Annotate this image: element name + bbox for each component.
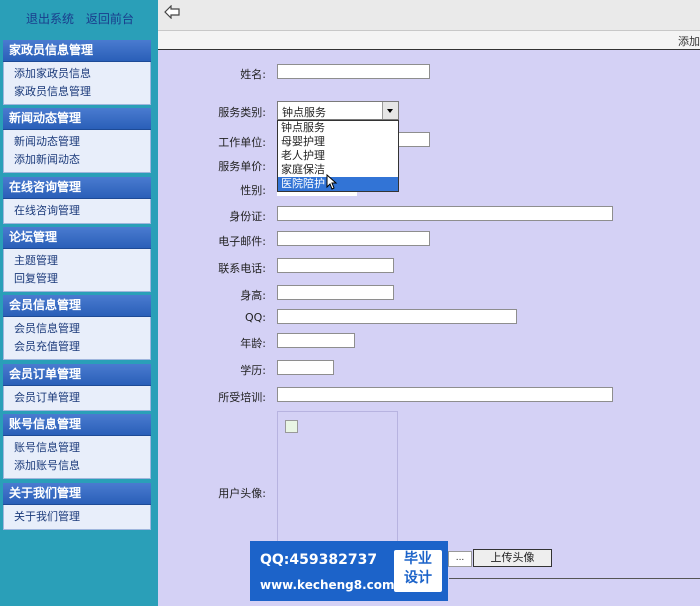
watermark-logo-line1: 毕业 (404, 551, 432, 567)
avatar-label: 用户头像: (218, 487, 266, 500)
phone-input[interactable] (277, 258, 394, 273)
watermark-logo: 毕业 设计 (394, 550, 442, 592)
menu-group-members: 会员信息管理 会员信息管理 会员充值管理 (3, 295, 151, 360)
sidebar-top: 退出系统 返回前台 (0, 0, 158, 36)
menu-item-orders[interactable]: 会员订单管理 (14, 389, 150, 407)
menu-item-add-account[interactable]: 添加账号信息 (14, 457, 150, 475)
sidebar: 退出系统 返回前台 家政员信息管理 添加家政员信息 家政员信息管理 新闻动态管理… (0, 0, 158, 606)
gender-label: 性别: (240, 184, 266, 197)
service-option[interactable]: 老人护理 (278, 149, 398, 163)
price-label: 服务单价: (218, 160, 266, 173)
file-browse-button[interactable]: ... (448, 551, 472, 567)
menu-group-title[interactable]: 账号信息管理 (3, 414, 151, 436)
name-label: 姓名: (240, 68, 266, 81)
name-input[interactable] (277, 64, 430, 79)
watermark-qq: QQ:459382737 (260, 552, 378, 568)
menu-item-add-news[interactable]: 添加新闻动态 (14, 151, 150, 169)
avatar-preview (277, 411, 398, 551)
menu-group-title[interactable]: 论坛管理 (3, 227, 151, 249)
menu-group-title[interactable]: 会员信息管理 (3, 295, 151, 317)
menu-group-staff: 家政员信息管理 添加家政员信息 家政员信息管理 (3, 40, 151, 105)
menu-group-title[interactable]: 家政员信息管理 (3, 40, 151, 62)
broken-image-icon (285, 420, 298, 433)
menu-item-accounts[interactable]: 账号信息管理 (14, 439, 150, 457)
age-input[interactable] (277, 333, 355, 348)
work-unit-label: 工作单位: (218, 136, 266, 149)
breadcrumb: 添加 (678, 35, 700, 48)
menu-item-add-staff[interactable]: 添加家政员信息 (14, 65, 150, 83)
service-option[interactable]: 钟点服务 (278, 121, 398, 135)
menu-item-manage-staff[interactable]: 家政员信息管理 (14, 83, 150, 101)
top-toolbar (158, 0, 700, 31)
menu-group-forum: 论坛管理 主题管理 回复管理 (3, 227, 151, 292)
training-input[interactable] (277, 387, 613, 402)
education-label: 学历: (240, 364, 266, 377)
menu-item-about[interactable]: 关于我们管理 (14, 508, 150, 526)
breadcrumb-bar: 添加 (158, 31, 700, 50)
watermark-site: www.kecheng8.com (260, 578, 395, 592)
height-label: 身高: (240, 289, 266, 302)
watermark-banner: QQ:459382737 www.kecheng8.com 毕业 设计 (250, 541, 448, 601)
email-input[interactable] (277, 231, 430, 246)
menu-item-consult[interactable]: 在线咨询管理 (14, 202, 150, 220)
menu-item-manage-news[interactable]: 新闻动态管理 (14, 133, 150, 151)
service-option-highlighted[interactable]: 医院陪护 (278, 177, 398, 191)
logout-link[interactable]: 退出系统 (26, 12, 74, 26)
service-type-select[interactable]: 钟点服务 (277, 101, 399, 120)
email-label: 电子邮件: (218, 235, 266, 248)
height-input[interactable] (277, 285, 394, 300)
age-label: 年龄: (240, 337, 266, 350)
menu-group-consult: 在线咨询管理 在线咨询管理 (3, 177, 151, 224)
service-option[interactable]: 家庭保洁 (278, 163, 398, 177)
id-card-label: 身份证: (229, 210, 266, 223)
upload-avatar-button[interactable]: 上传头像 (473, 549, 552, 567)
service-type-dropdown: 钟点服务 母婴护理 老人护理 家庭保洁 医院陪护 (277, 120, 399, 192)
menu-item-topics[interactable]: 主题管理 (14, 252, 150, 270)
watermark-logo-line2: 设计 (404, 570, 432, 586)
home-link[interactable]: 返回前台 (86, 12, 134, 26)
service-option[interactable]: 母婴护理 (278, 135, 398, 149)
service-type-label: 服务类别: (218, 106, 266, 119)
menu-group-about: 关于我们管理 关于我们管理 (3, 483, 151, 530)
menu-item-replies[interactable]: 回复管理 (14, 270, 150, 288)
chevron-down-icon[interactable] (382, 102, 398, 119)
training-label: 所受培训: (218, 391, 266, 404)
menu-group-title[interactable]: 在线咨询管理 (3, 177, 151, 199)
menu-group-accounts: 账号信息管理 账号信息管理 添加账号信息 (3, 414, 151, 479)
menu-group-title[interactable]: 新闻动态管理 (3, 108, 151, 130)
back-arrow-icon[interactable] (164, 5, 180, 19)
menu-item-recharge[interactable]: 会员充值管理 (14, 338, 150, 356)
menu-group-title[interactable]: 会员订单管理 (3, 364, 151, 386)
education-input[interactable] (277, 360, 334, 375)
qq-input[interactable] (277, 309, 517, 324)
qq-label: QQ: (244, 311, 266, 324)
menu-group-title[interactable]: 关于我们管理 (3, 483, 151, 505)
phone-label: 联系电话: (218, 262, 266, 275)
id-card-input[interactable] (277, 206, 613, 221)
menu-group-orders: 会员订单管理 会员订单管理 (3, 364, 151, 411)
service-type-value: 钟点服务 (282, 106, 326, 119)
menu-group-news: 新闻动态管理 新闻动态管理 添加新闻动态 (3, 108, 151, 173)
mouse-cursor-icon (326, 174, 338, 190)
divider (449, 578, 700, 579)
menu-item-members[interactable]: 会员信息管理 (14, 320, 150, 338)
